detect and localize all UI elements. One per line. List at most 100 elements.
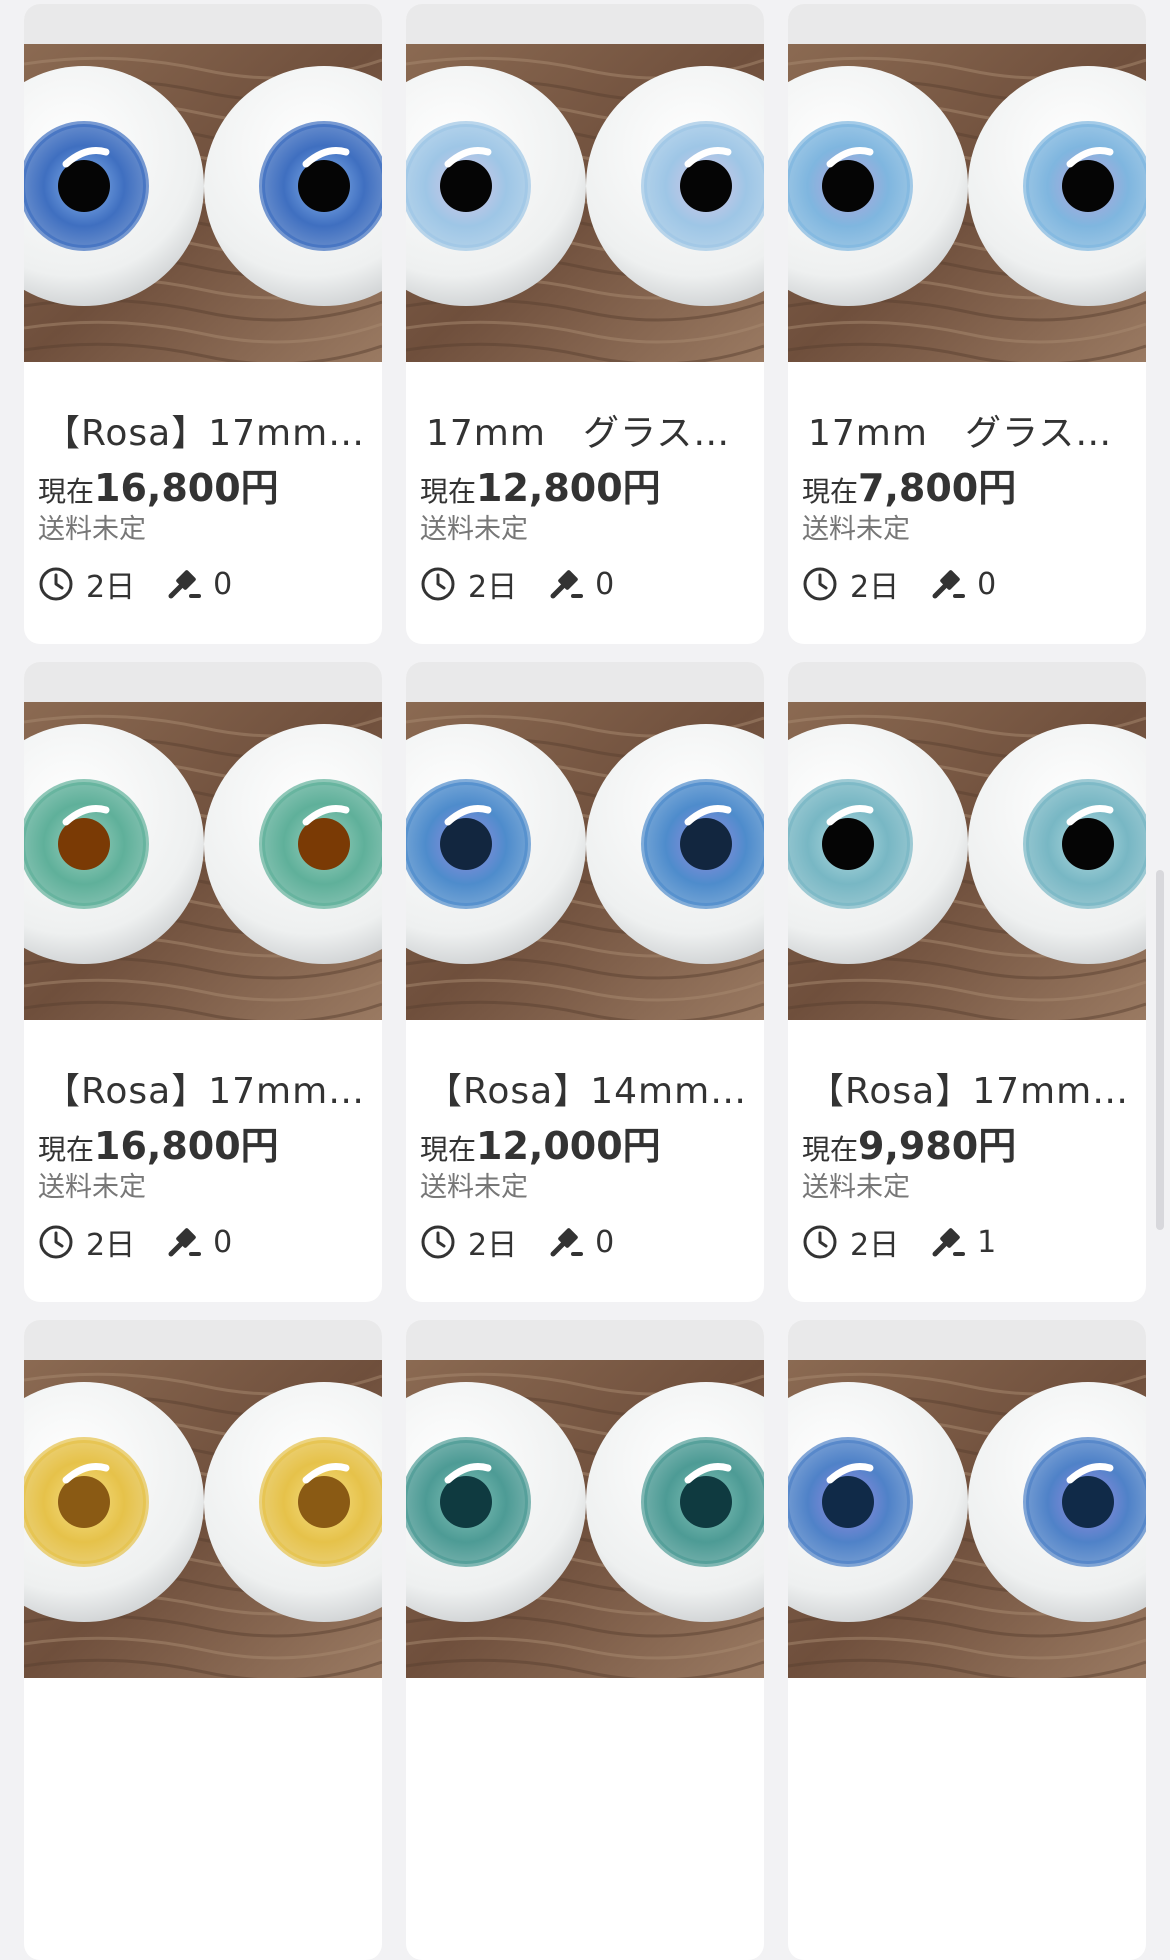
listing-card[interactable]: 【Rosa】17mm… 現在16,800円 送料未定 2日 0: [24, 662, 382, 1302]
pupil: [298, 160, 350, 212]
pupil: [58, 818, 110, 870]
shipping-status: 送料未定: [420, 1172, 528, 1203]
current-price: 12,000円: [476, 1124, 661, 1168]
listing-title[interactable]: 【Rosa】14mm…: [420, 1070, 750, 1114]
listing-card[interactable]: [406, 1320, 764, 1960]
time-left: 2日: [468, 570, 518, 605]
pupil: [58, 160, 110, 212]
listing-card[interactable]: [788, 1320, 1146, 1960]
clock-icon: [421, 1225, 455, 1259]
listing-title[interactable]: 17mm グラスア…: [420, 412, 750, 456]
product-image[interactable]: [406, 662, 764, 1020]
pupil: [58, 1476, 110, 1528]
pupil: [298, 818, 350, 870]
shipping-status: 送料未定: [802, 514, 910, 545]
shipping-status: 送料未定: [38, 1172, 146, 1203]
price-line: [420, 1736, 750, 1784]
pupil: [1062, 1476, 1114, 1528]
price-line: [38, 1736, 368, 1784]
price-line: 現在12,800円: [420, 464, 750, 512]
product-image[interactable]: [24, 662, 382, 1020]
pupil: [440, 1476, 492, 1528]
eyes-photo: [24, 662, 382, 1020]
clock-icon: [803, 1225, 837, 1259]
listing-title[interactable]: 【Rosa】17mm…: [802, 1070, 1132, 1114]
bid-count: 0: [595, 566, 615, 602]
eyes-photo: [24, 1320, 382, 1678]
gavel-icon: [550, 1228, 584, 1257]
current-price: 16,800円: [94, 1124, 279, 1168]
bid-count: 0: [977, 566, 997, 602]
listing-grid: 【Rosa】17mm… 現在16,800円 送料未定 2日 0 17mm グラス…: [24, 4, 1146, 1960]
price-prefix: 現在: [38, 475, 95, 508]
listing-card[interactable]: 【Rosa】17mm… 現在9,980円 送料未定 2日 1: [788, 662, 1146, 1302]
listing-card[interactable]: [24, 1320, 382, 1960]
eyes-photo: [788, 4, 1146, 362]
pupil: [822, 160, 874, 212]
gavel-icon: [932, 570, 966, 599]
gavel-icon: [168, 570, 202, 599]
listing-info: 17mm グラスア… 現在12,800円 送料未定 2日 0: [406, 412, 764, 605]
listing-info: 【Rosa】17mm… 現在9,980円 送料未定 2日 1: [788, 1070, 1146, 1263]
listing-title[interactable]: 【Rosa】17mm…: [38, 412, 368, 456]
product-image[interactable]: [788, 4, 1146, 362]
clock-icon: [39, 1225, 73, 1259]
listing-info: [24, 1728, 382, 1836]
auction-meta: 2日 0: [38, 564, 368, 605]
auction-meta: 2日 0: [38, 1222, 368, 1263]
listing-info: [788, 1728, 1146, 1836]
eyes-photo: [406, 1320, 764, 1678]
price-line: 現在9,980円: [802, 1122, 1132, 1170]
current-price: 16,800円: [94, 466, 279, 510]
price-line: 現在7,800円: [802, 464, 1132, 512]
product-image[interactable]: [406, 4, 764, 362]
auction-meta: 2日 0: [802, 564, 1132, 605]
listing-card[interactable]: 【Rosa】17mm… 現在16,800円 送料未定 2日 0: [24, 4, 382, 644]
gavel-icon: [550, 570, 584, 599]
listing-card[interactable]: 17mm グラスア… 現在12,800円 送料未定 2日 0: [406, 4, 764, 644]
price-prefix: 現在: [38, 1133, 95, 1166]
listing-title[interactable]: 17mm グラスア…: [802, 412, 1132, 456]
scrollbar[interactable]: [1156, 870, 1164, 1230]
product-image[interactable]: [24, 4, 382, 362]
listing-info: 【Rosa】14mm… 現在12,000円 送料未定 2日 0: [406, 1070, 764, 1263]
listing-card[interactable]: 【Rosa】14mm… 現在12,000円 送料未定 2日 0: [406, 662, 764, 1302]
auction-meta: 2日 0: [420, 1222, 750, 1263]
time-left: 2日: [86, 570, 136, 605]
price-line: [802, 1736, 1132, 1784]
clock-icon: [39, 567, 73, 601]
price-line: 現在16,800円: [38, 1122, 368, 1170]
price-prefix: 現在: [420, 1133, 477, 1166]
listing-title[interactable]: 【Rosa】17mm…: [38, 1070, 368, 1114]
current-price: 12,800円: [476, 466, 661, 510]
shipping-status: 送料未定: [38, 514, 146, 545]
bid-count: 1: [977, 1224, 997, 1260]
pupil: [680, 818, 732, 870]
pupil: [822, 818, 874, 870]
product-image[interactable]: [24, 1320, 382, 1678]
product-image[interactable]: [788, 1320, 1146, 1678]
eyes-photo: [24, 4, 382, 362]
current-price: 9,980円: [858, 1124, 1017, 1168]
auction-meta: 2日 1: [802, 1222, 1132, 1263]
current-price: 7,800円: [858, 466, 1017, 510]
price-prefix: 現在: [420, 475, 477, 508]
eyes-photo: [406, 4, 764, 362]
bid-count: 0: [213, 1224, 233, 1260]
product-image[interactable]: [406, 1320, 764, 1678]
product-image[interactable]: [788, 662, 1146, 1020]
gavel-icon: [168, 1228, 202, 1257]
time-left: 2日: [850, 570, 900, 605]
shipping-status: 送料未定: [802, 1172, 910, 1203]
listing-card[interactable]: 17mm グラスア… 現在7,800円 送料未定 2日 0: [788, 4, 1146, 644]
shipping-status: 送料未定: [420, 514, 528, 545]
clock-icon: [421, 567, 455, 601]
clock-icon: [803, 567, 837, 601]
eyes-photo: [788, 1320, 1146, 1678]
pupil: [440, 160, 492, 212]
pupil: [680, 1476, 732, 1528]
pupil: [298, 1476, 350, 1528]
pupil: [1062, 160, 1114, 212]
pupil: [440, 818, 492, 870]
price-line: 現在12,000円: [420, 1122, 750, 1170]
